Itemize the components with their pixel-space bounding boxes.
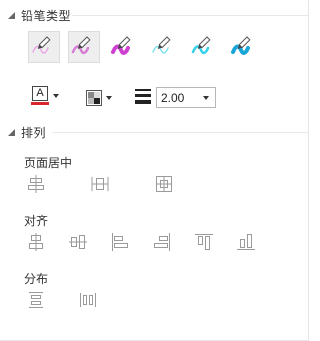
distribute-tools: [26, 290, 98, 310]
pencil-cyan-thin-icon: [152, 36, 171, 54]
align-right-button[interactable]: [152, 232, 172, 252]
align-middle-button[interactable]: [68, 232, 88, 252]
center-horizontal-icon: [28, 175, 44, 193]
align-top-icon: [195, 234, 213, 250]
collapse-triangle-icon[interactable]: [8, 128, 15, 136]
font-color-button[interactable]: A: [31, 85, 59, 107]
align-top-button[interactable]: [194, 232, 214, 252]
chevron-down-icon: [106, 96, 112, 100]
pen-option-6[interactable]: [228, 31, 260, 63]
distribute-vertical-button[interactable]: [26, 290, 46, 310]
center-vertical-button[interactable]: [90, 174, 110, 194]
align-center-icon: [29, 233, 43, 251]
pencil-magenta-thick-icon: [111, 36, 131, 55]
distribute-horizontal-icon: [80, 293, 96, 307]
section-title-pen-type: 铅笔类型: [21, 8, 72, 23]
center-both-icon: [156, 176, 172, 192]
align-right-icon: [154, 233, 170, 251]
section-divider: [72, 15, 308, 16]
pen-option-3[interactable]: [108, 31, 140, 63]
font-color-swatch: [31, 102, 49, 105]
properties-panel: 铅笔类型 A 2.00 排列 页面居中 对齐 分布: [0, 0, 309, 341]
pen-option-2[interactable]: [68, 31, 100, 63]
font-color-icon: A: [31, 86, 49, 106]
distribute-horizontal-button[interactable]: [78, 290, 98, 310]
chevron-down-icon: [53, 94, 59, 98]
line-width-select[interactable]: 2.00: [156, 87, 216, 108]
align-left-icon: [112, 233, 128, 251]
line-width-icon: [135, 89, 151, 104]
align-middle-icon: [69, 235, 87, 249]
section-divider: [52, 132, 308, 133]
page-center-tools: [26, 174, 174, 194]
collapse-triangle-icon[interactable]: [8, 11, 15, 19]
pen-option-1[interactable]: [28, 31, 60, 63]
pencil-blue-thick-icon: [231, 36, 251, 55]
label-page-center: 页面居中: [24, 156, 73, 170]
pencil-pink-medium-icon: [71, 36, 91, 55]
section-pen-type[interactable]: 铅笔类型: [8, 7, 308, 23]
pen-type-list: [28, 31, 260, 63]
center-vertical-icon: [91, 177, 109, 191]
align-tools: [26, 232, 256, 252]
pencil-cyan-medium-icon: [191, 36, 211, 55]
fill-pattern-button[interactable]: [86, 87, 112, 109]
chevron-down-icon: [203, 96, 209, 100]
section-arrange[interactable]: 排列: [8, 124, 308, 140]
fill-pattern-icon: [86, 90, 102, 106]
align-center-button[interactable]: [26, 232, 46, 252]
pen-option-5[interactable]: [188, 31, 220, 63]
font-color-glyph: A: [32, 86, 48, 101]
label-distribute: 分布: [24, 272, 49, 286]
align-bottom-button[interactable]: [236, 232, 256, 252]
center-horizontal-button[interactable]: [26, 174, 46, 194]
align-left-button[interactable]: [110, 232, 130, 252]
label-align: 对齐: [24, 214, 49, 228]
section-title-arrange: 排列: [21, 125, 47, 140]
align-bottom-icon: [237, 234, 255, 250]
line-width-value: 2.00: [161, 90, 185, 105]
center-both-button[interactable]: [154, 174, 174, 194]
pencil-pink-thin-icon: [32, 36, 51, 54]
distribute-vertical-icon: [29, 292, 43, 308]
pen-option-4[interactable]: [148, 31, 180, 63]
